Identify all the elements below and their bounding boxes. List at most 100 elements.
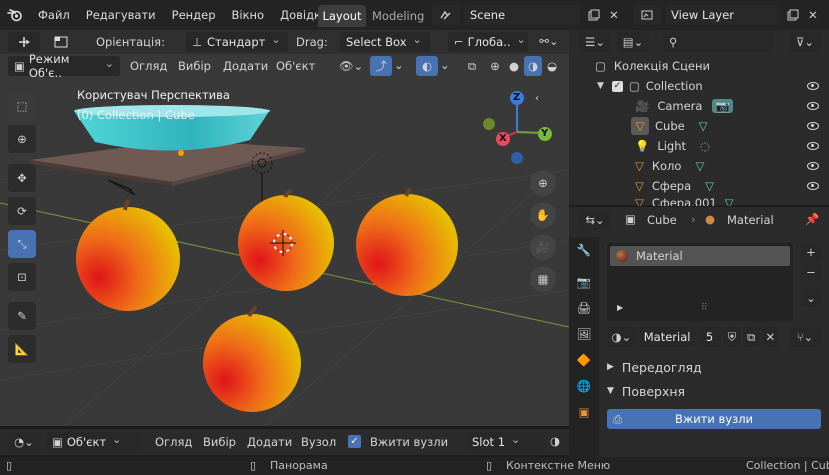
tree-row-circle[interactable]: ▽ Коло ▽: [569, 156, 829, 176]
view-layer-browse-icon[interactable]: [633, 5, 661, 25]
material-users-count[interactable]: 5: [697, 327, 722, 347]
tree-row-light[interactable]: 💡 Light ◌: [569, 136, 829, 156]
material-preview-icon[interactable]: ◑: [550, 434, 560, 448]
3d-viewport[interactable]: Орієнтація: ⊥ Стандарт Drag: Select Box …: [0, 30, 569, 426]
properties-editor-type-icon[interactable]: ⇆⌄: [579, 210, 611, 230]
light-data-icon[interactable]: ◌: [700, 139, 710, 153]
menu-select[interactable]: Вибір: [178, 59, 211, 73]
menu-view[interactable]: Огляд: [130, 59, 167, 73]
transform-pivot-icon[interactable]: [8, 32, 40, 52]
slot-specials-icon[interactable]: ⌄: [801, 289, 821, 307]
sidebar-toggle-icon[interactable]: ‹: [535, 93, 539, 104]
perspective-grid-icon[interactable]: ▦: [530, 266, 556, 292]
camera-data-icon[interactable]: 📷: [712, 99, 733, 113]
mesh-data-icon[interactable]: ▽: [725, 196, 734, 206]
view-layer-tab-icon[interactable]: 🖼: [569, 321, 599, 347]
eye-icon[interactable]: [807, 82, 819, 90]
pin-icon[interactable]: 📌: [805, 212, 819, 226]
tree-row-sphere-001[interactable]: ▽ Сфера.001 ▽: [569, 196, 829, 206]
annotate-tool[interactable]: ✎: [8, 302, 36, 330]
tree-row-cube[interactable]: ▽ Cube ▽: [569, 116, 829, 136]
bottom-menu-select[interactable]: Вибір: [203, 435, 236, 449]
scene-browse-icon[interactable]: [432, 5, 460, 25]
remove-slot-icon[interactable]: −: [801, 263, 821, 281]
visibility-icon[interactable]: 👁⌄: [336, 57, 366, 75]
object-origin-icon[interactable]: [50, 32, 72, 52]
material-browse-icon[interactable]: ◑⌄: [607, 327, 636, 347]
menu-edit[interactable]: Редагувати: [86, 8, 156, 22]
outliner-editor-type-icon[interactable]: ☰⌄: [579, 32, 611, 52]
unlink-material-icon[interactable]: ✕: [761, 327, 779, 347]
view-layer-name-field[interactable]: View Layer: [665, 5, 779, 25]
gizmo-dropdown-icon[interactable]: ⌄: [394, 58, 404, 72]
menu-file[interactable]: Файл: [38, 8, 70, 22]
section-preview[interactable]: ▶ Передогляд: [607, 357, 821, 377]
outliner-search-input[interactable]: ⚲: [663, 32, 773, 52]
transform-tool[interactable]: ⊡: [8, 263, 36, 291]
scene-name-field[interactable]: Scene: [464, 5, 580, 25]
menu-window[interactable]: Вікно: [232, 8, 265, 22]
shading-wireframe-icon[interactable]: ⊕: [486, 56, 504, 76]
list-resize-handle[interactable]: ⠿: [701, 303, 708, 313]
menu-object[interactable]: Об'єкт: [276, 59, 315, 73]
delete-view-layer-icon[interactable]: ✕: [803, 5, 823, 25]
shading-solid-icon[interactable]: ●: [505, 56, 523, 76]
mesh-data-icon[interactable]: ▽: [699, 119, 708, 133]
zoom-icon[interactable]: ⊕: [530, 170, 556, 196]
object-tab-icon[interactable]: ▣: [569, 399, 599, 425]
duplicate-material-icon[interactable]: ⧉: [742, 327, 760, 347]
slot-dropdown[interactable]: Slot 1: [466, 432, 544, 452]
object-type-dropdown[interactable]: ▣ Об'єкт: [46, 432, 142, 452]
eye-icon[interactable]: [807, 142, 819, 150]
mesh-data-icon[interactable]: ▽: [705, 179, 714, 193]
link-icon[interactable]: ⚯⌄: [536, 34, 562, 48]
overlays-icon[interactable]: ◐: [416, 56, 438, 76]
bottom-menu-view[interactable]: Огляд: [155, 435, 192, 449]
material-name-field[interactable]: Material: [637, 327, 696, 347]
filter-icon[interactable]: ⊽⌄: [789, 32, 821, 52]
node-tree-icon[interactable]: ⑂⌄: [789, 327, 821, 347]
scale-tool[interactable]: ⤡: [8, 230, 36, 258]
camera-view-icon[interactable]: 🎥: [530, 234, 556, 260]
display-mode-icon[interactable]: ▤⌄: [617, 32, 649, 52]
move-tool[interactable]: ✥: [8, 164, 36, 192]
include-checkbox[interactable]: ✓: [611, 80, 623, 92]
eye-icon[interactable]: [807, 162, 819, 170]
shading-material-icon[interactable]: ◑: [524, 56, 542, 76]
world-tab-icon[interactable]: 🌐: [569, 373, 599, 399]
gizmo-toggle-icon[interactable]: ⤴: [370, 56, 392, 76]
scene-collection-row[interactable]: ▢ Колекція Сцени: [569, 56, 829, 76]
tab-layout[interactable]: Layout: [318, 5, 366, 27]
editor-type-icon[interactable]: ◔⌄: [8, 432, 40, 452]
overlays-dropdown-icon[interactable]: ⌄: [440, 58, 450, 72]
use-nodes-button[interactable]: ⎙ Вжити вузли: [607, 409, 821, 429]
transform-orientation-dropdown[interactable]: ⌐ Глоба..: [448, 32, 528, 52]
xray-icon[interactable]: ⧉: [462, 56, 482, 76]
eye-icon[interactable]: [807, 102, 819, 110]
tool-tab-icon[interactable]: 🔧: [569, 237, 599, 263]
material-slot-row[interactable]: Material: [610, 246, 790, 266]
eye-icon[interactable]: [807, 122, 819, 130]
measure-tool[interactable]: 📐: [8, 335, 36, 363]
scene-tab-icon[interactable]: 🔶: [569, 347, 599, 373]
material-slot-list[interactable]: Material ▶ ⠿: [607, 243, 793, 321]
menu-add[interactable]: Додати: [223, 59, 268, 73]
expand-arrow-icon[interactable]: ▼: [597, 81, 604, 91]
list-expand-icon[interactable]: ▶: [617, 303, 623, 312]
blender-logo-icon[interactable]: [0, 0, 30, 30]
tree-row-camera[interactable]: 🎥 Camera 📷: [569, 96, 829, 116]
mesh-data-icon[interactable]: ▽: [695, 159, 704, 173]
shading-rendered-icon[interactable]: ◒: [543, 56, 561, 76]
eye-icon[interactable]: [807, 182, 819, 190]
drag-dropdown[interactable]: Select Box: [340, 32, 430, 52]
orientation-dropdown[interactable]: ⊥ Стандарт: [186, 32, 288, 52]
tree-row-sphere[interactable]: ▽ Сфера ▽: [569, 176, 829, 196]
section-surface[interactable]: ▼ Поверхня: [607, 381, 821, 401]
rotate-tool[interactable]: ⟳: [8, 197, 36, 225]
add-slot-icon[interactable]: +: [801, 243, 821, 261]
tree-row-collection[interactable]: ▼ ✓ ▢ Collection: [569, 76, 829, 96]
render-tab-icon[interactable]: 📷: [569, 269, 599, 295]
mode-dropdown[interactable]: ▣ Режим Об'є..: [8, 52, 120, 80]
delete-scene-icon[interactable]: ✕: [604, 5, 624, 25]
output-tab-icon[interactable]: 🖨: [569, 295, 599, 321]
